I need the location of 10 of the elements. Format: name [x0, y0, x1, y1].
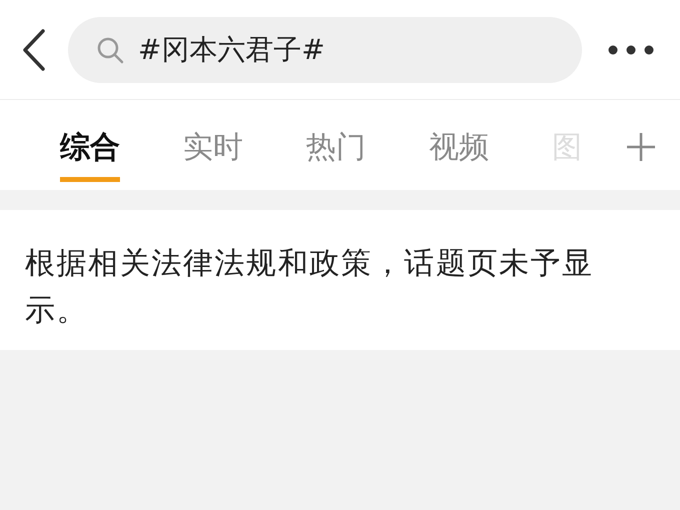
search-icon	[96, 36, 124, 64]
tab[interactable]: 热门	[306, 130, 366, 182]
notice-text: 根据相关法律法规和政策，话题页未予显示。	[25, 245, 595, 330]
tab[interactable]: 视频	[429, 130, 489, 182]
search-field[interactable]: #冈本六君子#	[68, 16, 582, 82]
add-icon[interactable]	[626, 132, 656, 162]
tab[interactable]: 实时	[183, 130, 243, 182]
back-icon[interactable]	[22, 28, 46, 70]
more-icon[interactable]	[608, 44, 654, 54]
tab[interactable]: 综合	[60, 130, 120, 182]
